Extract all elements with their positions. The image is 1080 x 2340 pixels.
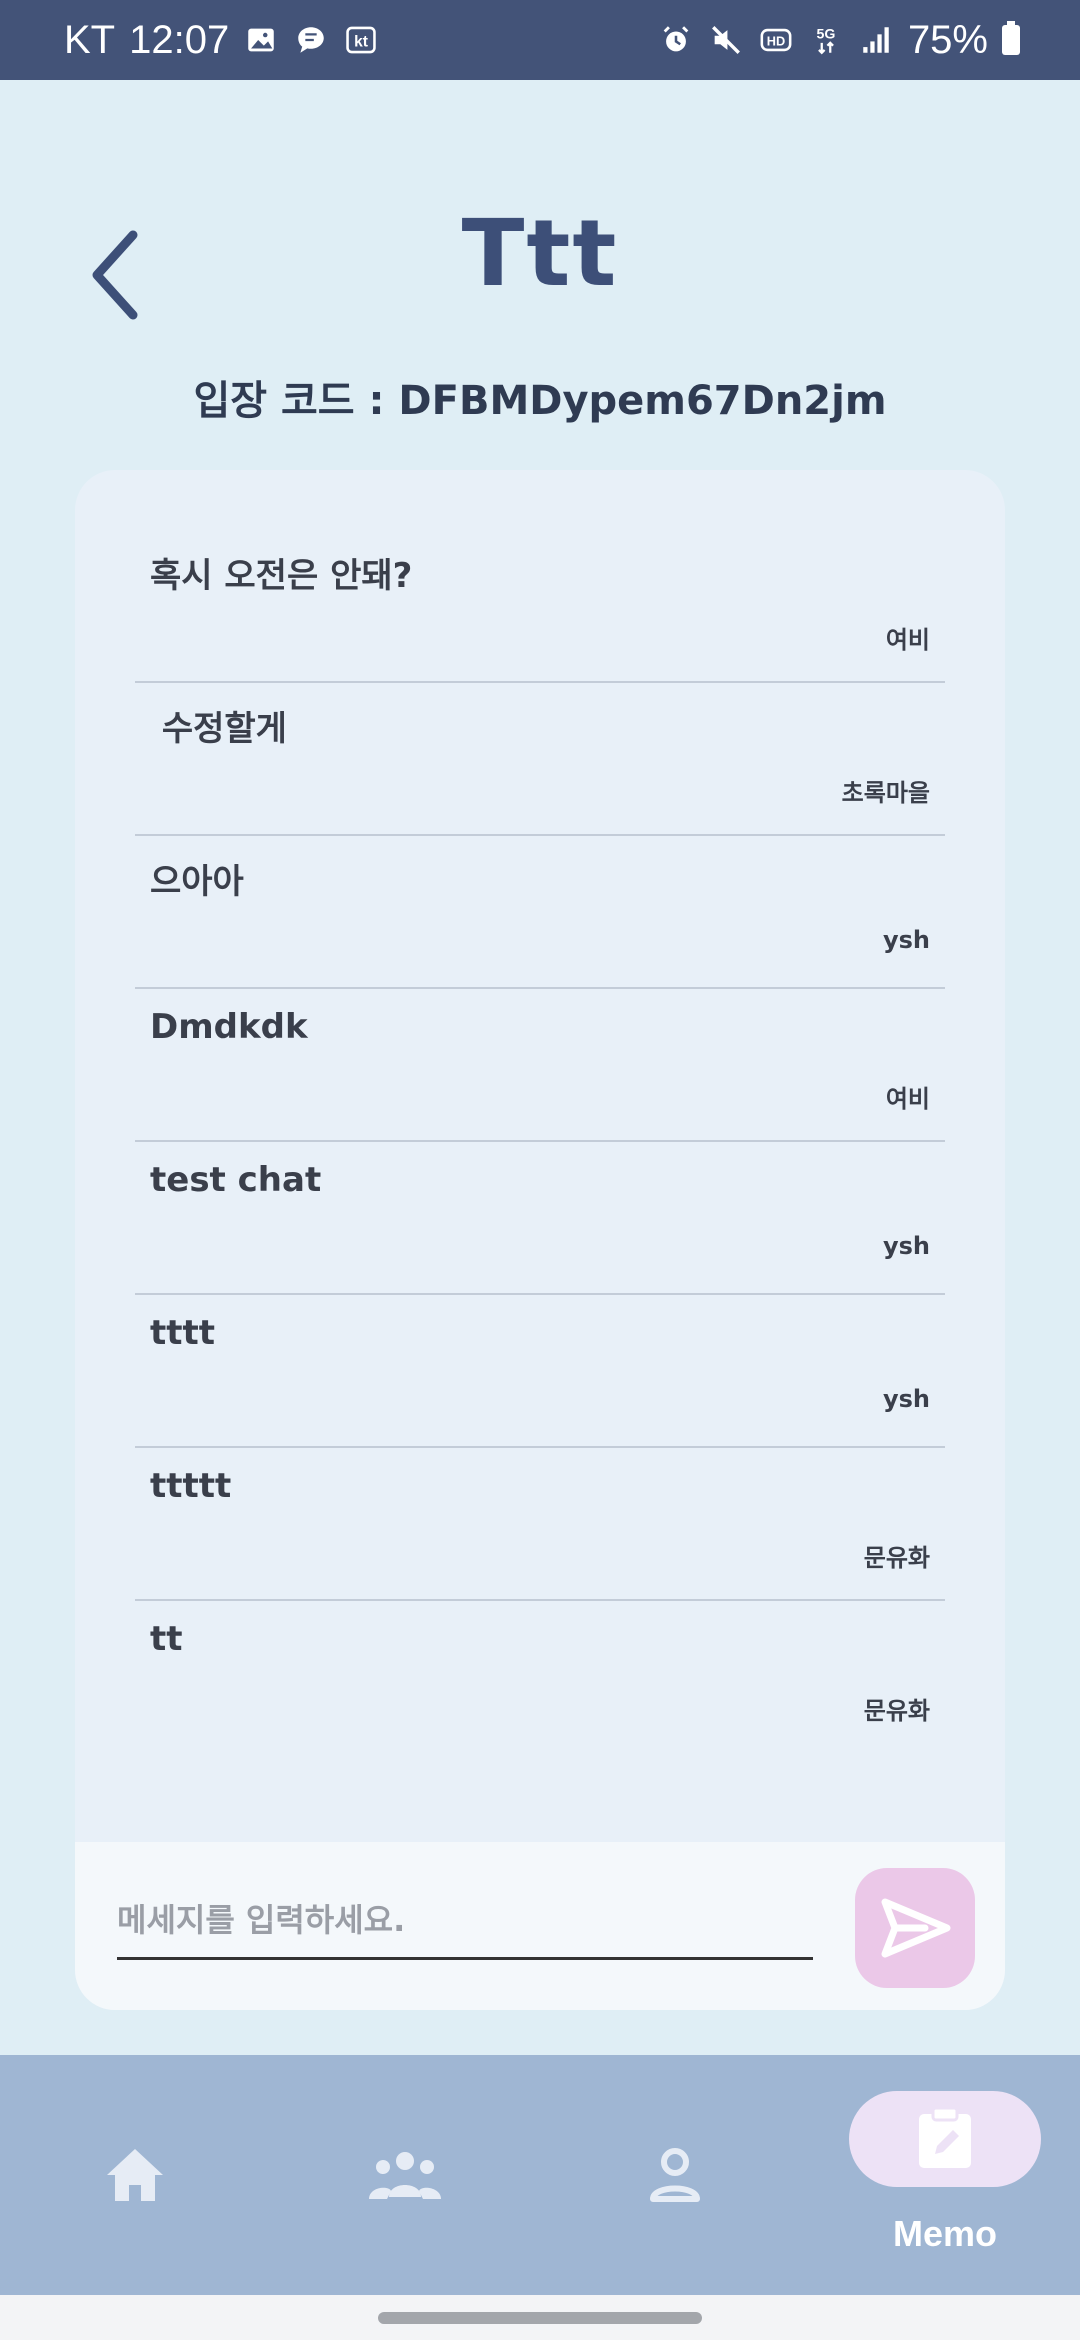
list-item: 수정할게 초록마을 [135,683,945,836]
nav-memo[interactable]: Memo [840,2055,1050,2295]
bottom-nav: Memo [0,2055,1080,2295]
list-item: tttt ysh [135,1295,945,1448]
5g-icon: 5G [808,22,844,58]
kt-icon-label: kt [354,33,368,50]
page-header: Ttt 입장 코드 : DFBMDypem67Dn2jm [0,80,1080,424]
gallery-icon [243,22,279,58]
message-author: 여비 [885,626,930,654]
clock: 12:07 [129,17,230,62]
carrier-label: KT [64,17,116,62]
list-item: 혹시 오전은 안돼? 여비 [135,530,945,683]
entry-code: 입장 코드 : DFBMDypem67Dn2jm [193,378,887,424]
chat-panel: 혹시 오전은 안돼? 여비 수정할게 초록마을 으아아 ysh Dmdkdk 여… [75,470,1005,2010]
status-bar-left: KT 12:07 kt [64,18,379,63]
list-item: test chat ysh [135,1142,945,1295]
message-text: 혹시 오전은 안돼? [150,556,413,596]
message-composer [75,1842,1005,2010]
message-text: tttt [150,1313,216,1353]
hd-icon: HD [758,22,794,58]
profile-icon [650,2148,700,2202]
message-text: ttttt [150,1466,232,1506]
message-text: tt [150,1619,183,1659]
send-button[interactable] [855,1868,975,1988]
kt-icon: kt [343,22,379,58]
message-text: test chat [150,1160,322,1200]
status-bar-right: HD 5G 75% [658,18,1020,63]
message-author: 초록마을 [841,779,930,807]
gesture-area [0,2295,1080,2340]
message-author: 여비 [885,1085,930,1113]
memo-pill [849,2091,1041,2187]
nav-profile[interactable] [600,2055,750,2295]
home-icon [107,2149,163,2201]
message-author: ysh [882,926,930,954]
mute-icon [708,22,744,58]
message-author: ysh [882,1232,930,1260]
message-text: 수정할게 [150,709,287,749]
message-author: ysh [882,1385,930,1413]
home-gesture-bar[interactable] [378,2312,702,2324]
memo-icon [919,2106,971,2168]
5g-icon-label: 5G [816,27,835,43]
message-author: 문유화 [863,1544,930,1572]
list-item: 으아아 ysh [135,836,945,989]
message-author: 문유화 [863,1697,930,1725]
signal-icon [858,22,894,58]
group-icon [369,2152,441,2199]
nav-community[interactable] [330,2055,480,2295]
message-text: 으아아 [150,862,244,902]
message-text: Dmdkdk [150,1007,308,1047]
battery-percent: 75% [907,17,988,62]
list-item: Dmdkdk 여비 [135,989,945,1142]
message-input[interactable] [117,1882,813,1960]
memo-label: Memo [892,2213,997,2254]
alarm-icon [658,22,694,58]
send-icon [881,1898,951,1958]
status-bar: KT 12:07 kt HD 5G 75% [0,0,1080,80]
battery-icon [1002,21,1020,55]
list-item: tt 문유화 [135,1601,945,1754]
list-item: ttttt 문유화 [135,1448,945,1601]
page-title: Ttt [461,200,619,307]
nav-home[interactable] [60,2055,210,2295]
message-list[interactable]: 혹시 오전은 안돼? 여비 수정할게 초록마을 으아아 ysh Dmdkdk 여… [135,530,945,1754]
chat-bubble-icon [293,22,329,58]
hd-icon-label: HD [767,34,785,49]
